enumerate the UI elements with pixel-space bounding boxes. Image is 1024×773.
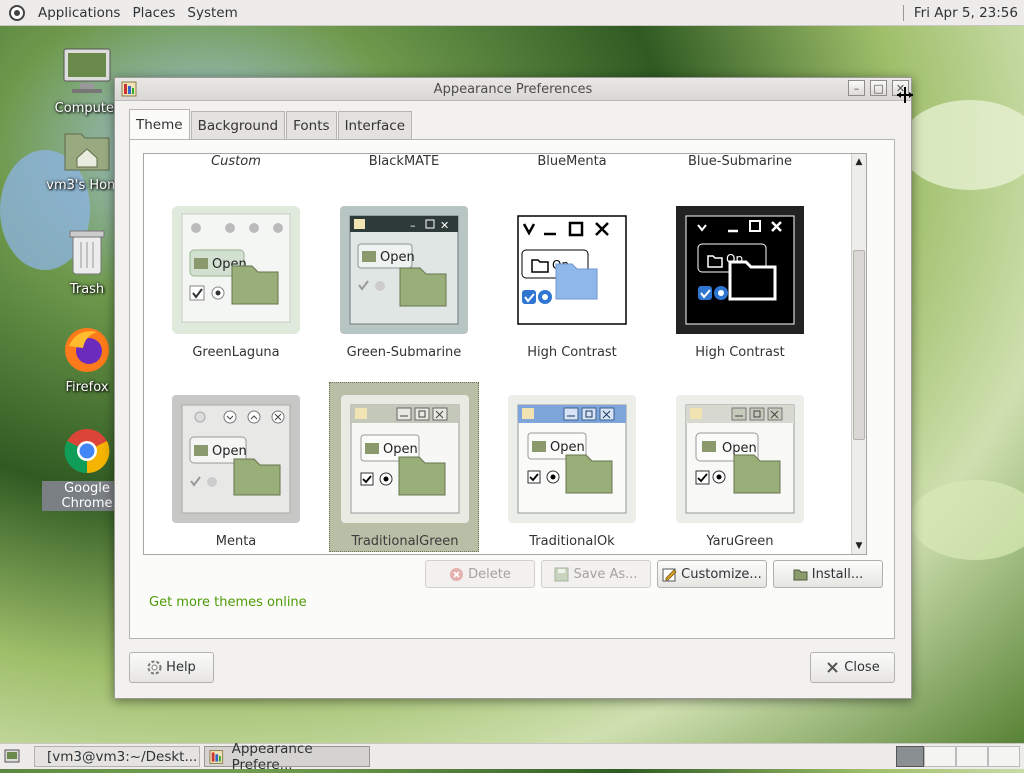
appearance-app-icon <box>121 81 137 97</box>
theme-name[interactable]: BlackMATE <box>320 154 488 169</box>
help-button[interactable]: Help <box>129 652 214 683</box>
theme-row-partial: Custom BlackMATE BlueMenta Blue-Submarin… <box>144 154 852 172</box>
svg-text:–: – <box>410 219 416 232</box>
theme-preview-menta: Open <box>172 395 300 523</box>
theme-list-scrollbar[interactable]: ▲ ▼ <box>851 154 866 554</box>
appearance-app-icon <box>209 749 224 764</box>
theme-item[interactable]: Open YaruGreen <box>665 395 815 554</box>
computer-icon <box>63 48 111 93</box>
install-folder-icon <box>793 569 808 580</box>
workspace-4[interactable] <box>988 746 1020 767</box>
scroll-up-arrow-icon[interactable]: ▲ <box>854 156 864 168</box>
home-folder-icon <box>64 133 110 171</box>
theme-item[interactable]: Op High Contrast <box>665 206 815 376</box>
window-titlebar[interactable]: Appearance Preferences – □ ✕ <box>115 78 911 101</box>
workspace-2[interactable] <box>924 746 956 767</box>
taskbar-item-appearance[interactable]: Appearance Prefere... <box>204 741 370 773</box>
theme-item[interactable]: Op High Contrast <box>497 206 647 376</box>
close-icon <box>827 662 838 673</box>
customize-button[interactable]: Customize... <box>657 560 767 588</box>
tab-background[interactable]: Background <box>190 111 286 140</box>
theme-name: GreenLaguna <box>192 345 280 360</box>
theme-name: Green-Submarine <box>346 345 462 360</box>
theme-name: High Contrast <box>527 345 617 360</box>
mate-logo-icon[interactable] <box>8 4 26 22</box>
help-label: Help <box>166 660 196 675</box>
theme-name: High Contrast <box>695 345 785 360</box>
svg-text:✕: ✕ <box>440 219 449 232</box>
theme-item[interactable]: Open GreenLaguna <box>161 206 311 376</box>
trash-icon <box>69 230 105 275</box>
theme-name[interactable]: Custom <box>152 154 320 169</box>
close-button[interactable]: Close <box>810 652 895 683</box>
theme-preview-greenlaguna: Open <box>172 206 300 334</box>
customize-icon <box>662 568 677 581</box>
theme-preview-green-submarine: – ✕ Open <box>340 206 468 334</box>
panel-separator <box>902 4 904 21</box>
theme-name[interactable]: BlueMenta <box>488 154 656 169</box>
svg-text:Open: Open <box>383 442 418 457</box>
svg-text:Open: Open <box>380 250 415 265</box>
mouse-cursor-icon <box>897 87 913 103</box>
get-more-themes-link[interactable]: Get more themes online <box>149 595 307 610</box>
theme-name[interactable]: Blue-Submarine <box>656 154 824 169</box>
tab-theme[interactable]: Theme <box>129 109 190 141</box>
scrollbar-thumb[interactable] <box>853 250 865 440</box>
theme-name: TraditionalOk <box>529 534 615 549</box>
install-button[interactable]: Install... <box>773 560 883 588</box>
theme-tab-panel: Custom BlackMATE BlueMenta Blue-Submarin… <box>129 139 895 639</box>
workspace-1[interactable] <box>896 746 924 767</box>
svg-text:Open: Open <box>722 441 757 456</box>
theme-preview-yarugreen: Open <box>676 395 804 523</box>
workspace-switcher[interactable] <box>896 746 1022 767</box>
svg-text:Open: Open <box>550 440 585 455</box>
wallpaper-leaf <box>910 480 1024 560</box>
menu-system[interactable]: System <box>181 5 243 21</box>
show-desktop-icon[interactable] <box>4 749 20 763</box>
theme-preview-traditionalgreen: Open <box>341 395 469 523</box>
menu-places[interactable]: Places <box>126 5 181 21</box>
install-label: Install... <box>811 566 864 582</box>
clock[interactable]: Fri Apr 5, 23:56 <box>914 5 1018 21</box>
taskbar-item-terminal[interactable]: [vm3@vm3:~/Deskt... <box>34 746 200 767</box>
delete-label: Delete <box>468 566 511 582</box>
save-as-label: Save As... <box>573 566 638 582</box>
theme-preview-high-contrast-inverse: Op <box>676 206 804 334</box>
taskbar-item-label: [vm3@vm3:~/Deskt... <box>47 748 198 765</box>
help-icon <box>147 660 162 675</box>
theme-name: TraditionalGreen <box>351 534 459 549</box>
close-label: Close <box>844 660 880 675</box>
save-as-button[interactable]: Save As... <box>541 560 651 588</box>
theme-item[interactable]: Open Menta <box>161 395 311 554</box>
workspace-3[interactable] <box>956 746 988 767</box>
appearance-preferences-window: Appearance Preferences – □ ✕ Theme Backg… <box>114 77 912 699</box>
tab-interface[interactable]: Interface <box>337 111 413 140</box>
svg-text:Open: Open <box>212 444 247 459</box>
bottom-panel: [vm3@vm3:~/Deskt... Appearance Prefere..… <box>0 741 1024 773</box>
theme-preview-traditionalok: Open <box>508 395 636 523</box>
maximize-button[interactable]: □ <box>870 80 887 96</box>
scroll-down-arrow-icon[interactable]: ▼ <box>854 540 864 552</box>
theme-item-selected[interactable]: Open TraditionalGreen <box>329 382 479 552</box>
delete-button[interactable]: Delete <box>425 560 535 588</box>
delete-icon <box>450 567 464 581</box>
theme-name: Menta <box>215 534 257 549</box>
theme-item[interactable]: Open TraditionalOk <box>497 395 647 554</box>
theme-list[interactable]: Custom BlackMATE BlueMenta Blue-Submarin… <box>143 153 867 555</box>
firefox-icon <box>65 328 109 372</box>
top-panel: Applications Places System Fri Apr 5, 23… <box>0 0 1024 26</box>
theme-item[interactable]: – ✕ Open Green-Submarine <box>329 206 479 376</box>
menu-applications[interactable]: Applications <box>32 5 126 21</box>
customize-label: Customize... <box>681 566 762 582</box>
minimize-button[interactable]: – <box>848 80 865 96</box>
theme-preview-high-contrast: Op <box>517 215 627 325</box>
tab-fonts[interactable]: Fonts <box>286 111 337 140</box>
theme-name: YaruGreen <box>706 534 774 549</box>
chrome-icon <box>64 429 110 474</box>
wallpaper-leaf <box>900 100 1024 190</box>
save-icon <box>554 567 569 581</box>
window-title: Appearance Preferences <box>433 81 593 97</box>
